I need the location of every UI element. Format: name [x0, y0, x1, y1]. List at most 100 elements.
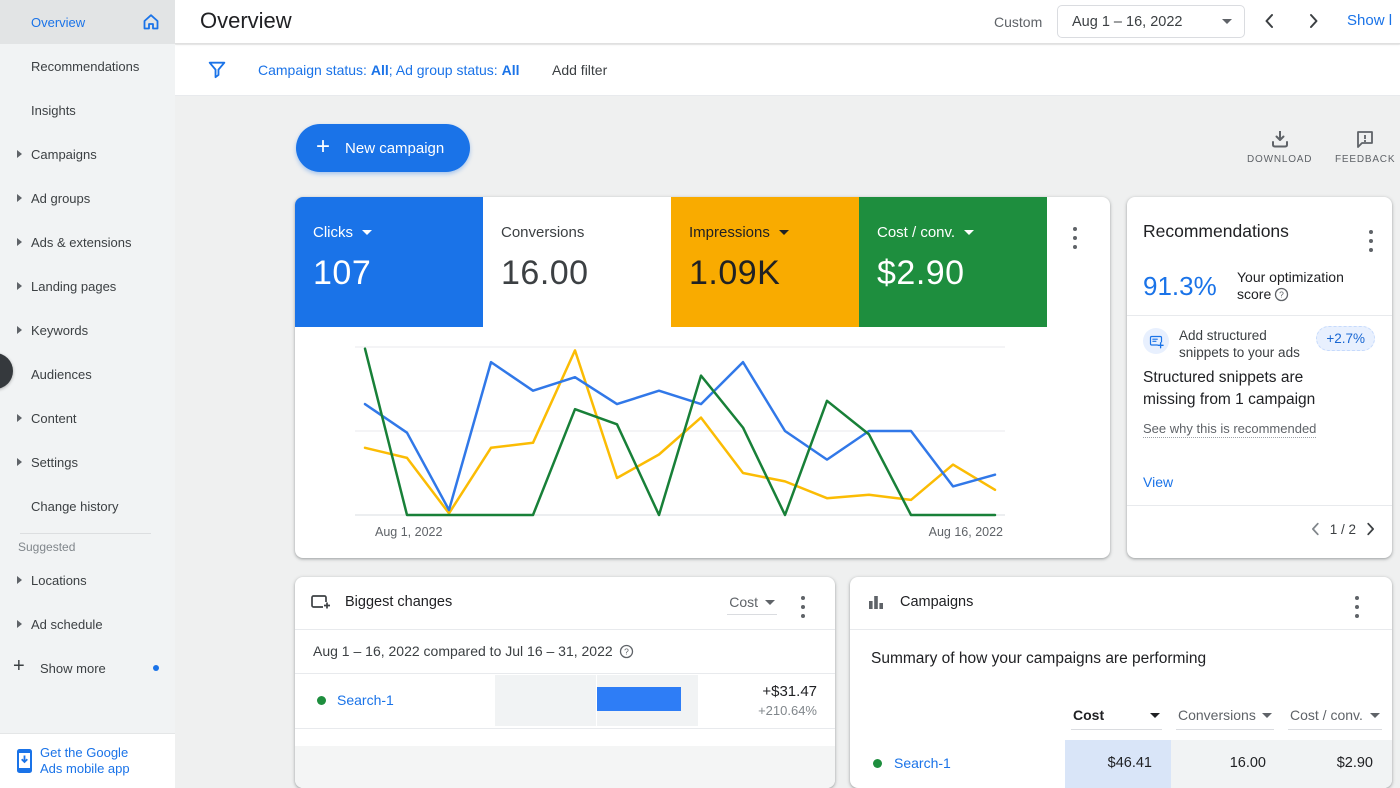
x-axis-start-label: Aug 1, 2022	[375, 525, 443, 539]
campaigns-title: Campaigns	[900, 594, 974, 610]
recommendations-menu-button[interactable]	[1369, 227, 1373, 254]
feedback-button[interactable]: FEEDBACK	[1335, 129, 1395, 165]
prev-date-range-button[interactable]	[1261, 12, 1279, 35]
divider	[295, 629, 835, 630]
biggest-changes-menu-button[interactable]	[801, 593, 805, 620]
chart-card-menu-button[interactable]	[1073, 224, 1077, 251]
card-footer	[295, 746, 835, 788]
expand-arrow-icon	[17, 150, 22, 158]
sidebar-item-keywords[interactable]: Keywords	[0, 308, 175, 352]
sidebar-suggested-nav: Locations Ad schedule	[0, 558, 175, 646]
scorecard-cost-conv[interactable]: Cost / conv. $2.90	[859, 197, 1047, 327]
scorecard-value: 16.00	[501, 254, 589, 292]
download-label: DOWNLOAD	[1247, 154, 1313, 165]
change-bar	[597, 687, 681, 711]
sidebar-item-content[interactable]: Content	[0, 396, 175, 440]
download-button[interactable]: DOWNLOAD	[1247, 129, 1312, 165]
scorecard-clicks[interactable]: Clicks 107	[295, 197, 483, 327]
sidebar-item-landing-pages[interactable]: Landing pages	[0, 264, 175, 308]
chevron-down-icon	[964, 230, 975, 235]
expand-arrow-icon	[17, 282, 22, 290]
date-range-type-label[interactable]: Custom	[994, 14, 1042, 30]
sidebar-item-locations[interactable]: Locations	[0, 558, 175, 602]
recommendations-pagination: 1 / 2	[1308, 521, 1378, 537]
feedback-icon	[1357, 131, 1374, 148]
biggest-changes-title: Biggest changes	[345, 594, 453, 610]
chevron-down-icon	[778, 230, 789, 235]
column-header-cost[interactable]: Cost	[1071, 707, 1162, 730]
page-next-icon[interactable]	[1362, 521, 1378, 537]
expand-arrow-icon	[17, 326, 22, 334]
sidebar-item-label: Locations	[31, 572, 87, 588]
help-icon[interactable]: ?	[619, 644, 634, 659]
sidebar-item-label: Campaigns	[31, 146, 97, 162]
metric-selector[interactable]: Cost	[727, 594, 777, 615]
recommendation-item-title[interactable]: Add structured snippets to your ads	[1179, 327, 1300, 361]
sidebar-item-ad-groups[interactable]: Ad groups	[0, 176, 175, 220]
sidebar-item-overview[interactable]: Overview	[0, 0, 175, 44]
divider	[1127, 315, 1392, 316]
optimization-score-label: Your optimization score?	[1237, 269, 1344, 302]
campaigns-menu-button[interactable]	[1355, 593, 1359, 620]
x-axis-end-label: Aug 16, 2022	[928, 525, 1003, 539]
scorecard-label: Clicks	[313, 224, 353, 241]
scorecard-impressions[interactable]: Impressions 1.09K	[671, 197, 859, 327]
show-link[interactable]: Show l	[1347, 12, 1392, 29]
sidebar-item-settings[interactable]: Settings	[0, 440, 175, 484]
get-mobile-app-link[interactable]: Get the Google Ads mobile app	[0, 733, 175, 788]
scorecard-conversions[interactable]: Conversions 16.00	[483, 197, 671, 327]
expand-arrow-icon	[17, 238, 22, 246]
new-campaign-label: New campaign	[345, 139, 445, 157]
sidebar-item-insights[interactable]: Insights	[0, 88, 175, 132]
new-campaign-button[interactable]: + New campaign	[296, 124, 471, 172]
scorecard-label: Cost / conv.	[877, 224, 956, 241]
campaigns-card: Campaigns Summary of how your campaigns …	[850, 577, 1392, 788]
expand-arrow-icon	[17, 458, 22, 466]
column-header-conversions[interactable]: Conversions	[1176, 707, 1274, 730]
sidebar-item-ad-schedule[interactable]: Ad schedule	[0, 602, 175, 646]
help-icon[interactable]: ?	[1274, 287, 1289, 302]
chevron-left-icon	[1265, 14, 1273, 28]
change-value: +$31.47	[762, 683, 817, 700]
page-prev-icon[interactable]	[1308, 521, 1324, 537]
campaigns-subtitle: Summary of how your campaigns are perfor…	[871, 650, 1207, 667]
add-filter-button[interactable]: Add filter	[552, 62, 607, 78]
campaign-link[interactable]: Search-1	[337, 692, 394, 708]
sidebar-item-audiences[interactable]: Audiences	[0, 352, 175, 396]
plus-icon: +	[316, 133, 331, 160]
filter-icon	[208, 61, 226, 79]
see-why-link[interactable]: See why this is recommended	[1143, 421, 1317, 438]
topbar: Overview Custom Aug 1 – 16, 2022 Show l	[175, 0, 1400, 44]
conversions-cell: 16.00	[1229, 755, 1266, 771]
sidebar-item-campaigns[interactable]: Campaigns	[0, 132, 175, 176]
divider	[1127, 505, 1392, 506]
next-date-range-button[interactable]	[1304, 12, 1322, 35]
sidebar-item-recommendations[interactable]: Recommendations	[0, 44, 175, 88]
change-bar-track-negative	[495, 675, 596, 726]
filter-status[interactable]: Campaign status: All; Ad group status: A…	[258, 62, 519, 78]
biggest-changes-icon	[311, 595, 331, 610]
sidebar-item-label: Recommendations	[31, 58, 140, 74]
campaigns-chart-icon	[869, 596, 883, 609]
divider	[295, 728, 835, 729]
sidebar-nav: Overview Recommendations Insights Campaigns…	[0, 0, 175, 528]
sidebar-item-label: Ad schedule	[31, 616, 103, 632]
score-uplift-badge: +2.7%	[1316, 326, 1375, 351]
chevron-down-icon	[1150, 712, 1160, 718]
view-link[interactable]: View	[1143, 474, 1173, 490]
get-mobile-app-label: Get the Google Ads mobile app	[40, 745, 130, 776]
mobile-phone-icon	[17, 749, 32, 773]
performance-chart	[355, 346, 1005, 517]
recommendations-title: Recommendations	[1143, 221, 1289, 241]
change-row: Search-1 +$31.47 +210.64%	[295, 673, 835, 728]
date-range-picker[interactable]: Aug 1 – 16, 2022	[1057, 5, 1245, 38]
sidebar-item-label: Audiences	[31, 366, 92, 382]
structured-snippets-icon	[1143, 328, 1169, 354]
campaign-link[interactable]: Search-1	[894, 755, 951, 771]
sidebar-item-ads-extensions[interactable]: Ads & extensions	[0, 220, 175, 264]
sidebar-item-change-history[interactable]: Change history	[0, 484, 175, 528]
sidebar-show-more[interactable]: + Show more	[0, 646, 175, 690]
expand-arrow-icon	[17, 620, 22, 628]
overview-chart-card: Clicks 107 Conversions 16.00 Impressions 1.09…	[295, 197, 1110, 558]
column-header-cost-per-conv[interactable]: Cost / conv.	[1288, 707, 1382, 730]
